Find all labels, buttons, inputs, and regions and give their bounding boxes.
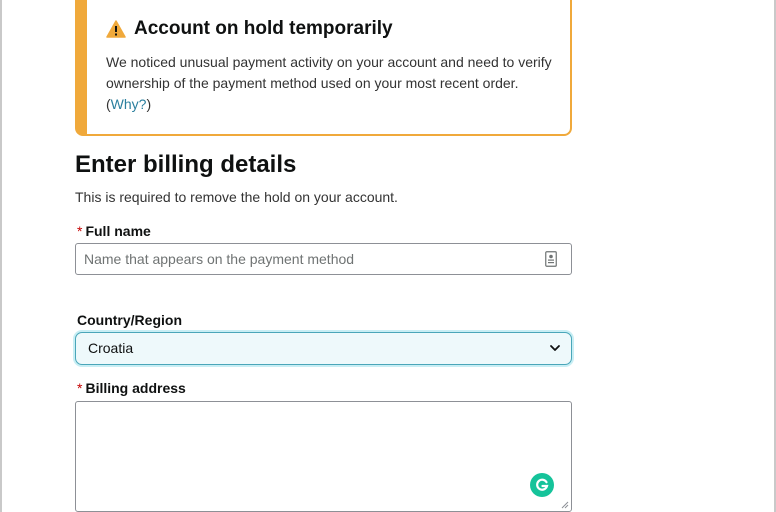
alert-title: Account on hold temporarily xyxy=(134,18,393,39)
country-label: Country/Region xyxy=(77,312,182,328)
alert-link-close: ) xyxy=(146,96,152,112)
alert-body-text: We noticed unusual payment activity on y… xyxy=(106,54,552,91)
full-name-label-text: Full name xyxy=(85,223,151,239)
alert-title-row: Account on hold temporarily xyxy=(106,17,393,41)
page-title: Enter billing details xyxy=(75,151,297,178)
full-name-label: * Full name xyxy=(77,222,151,240)
billing-address-textarea[interactable] xyxy=(75,401,572,512)
billing-address-label: * Billing address xyxy=(77,379,186,397)
alert-message: We noticed unusual payment activity on y… xyxy=(106,52,556,115)
warning-icon xyxy=(106,20,126,38)
country-select[interactable]: Croatia xyxy=(75,332,572,365)
grammarly-icon[interactable] xyxy=(530,473,554,497)
full-name-input[interactable] xyxy=(75,243,572,275)
account-hold-alert: Account on hold temporarily We noticed u… xyxy=(75,0,572,136)
resize-handle-icon[interactable] xyxy=(559,499,569,509)
chevron-down-icon xyxy=(550,345,560,351)
country-selected-value: Croatia xyxy=(88,340,134,356)
required-asterisk: * xyxy=(77,380,83,396)
page-subtitle: This is required to remove the hold on y… xyxy=(75,189,398,205)
contact-card-icon[interactable] xyxy=(545,251,557,267)
billing-address-label-text: Billing address xyxy=(85,380,186,396)
required-asterisk: * xyxy=(77,223,83,239)
page-frame: Account on hold temporarily We noticed u… xyxy=(0,0,776,512)
why-link[interactable]: Why? xyxy=(111,96,147,112)
